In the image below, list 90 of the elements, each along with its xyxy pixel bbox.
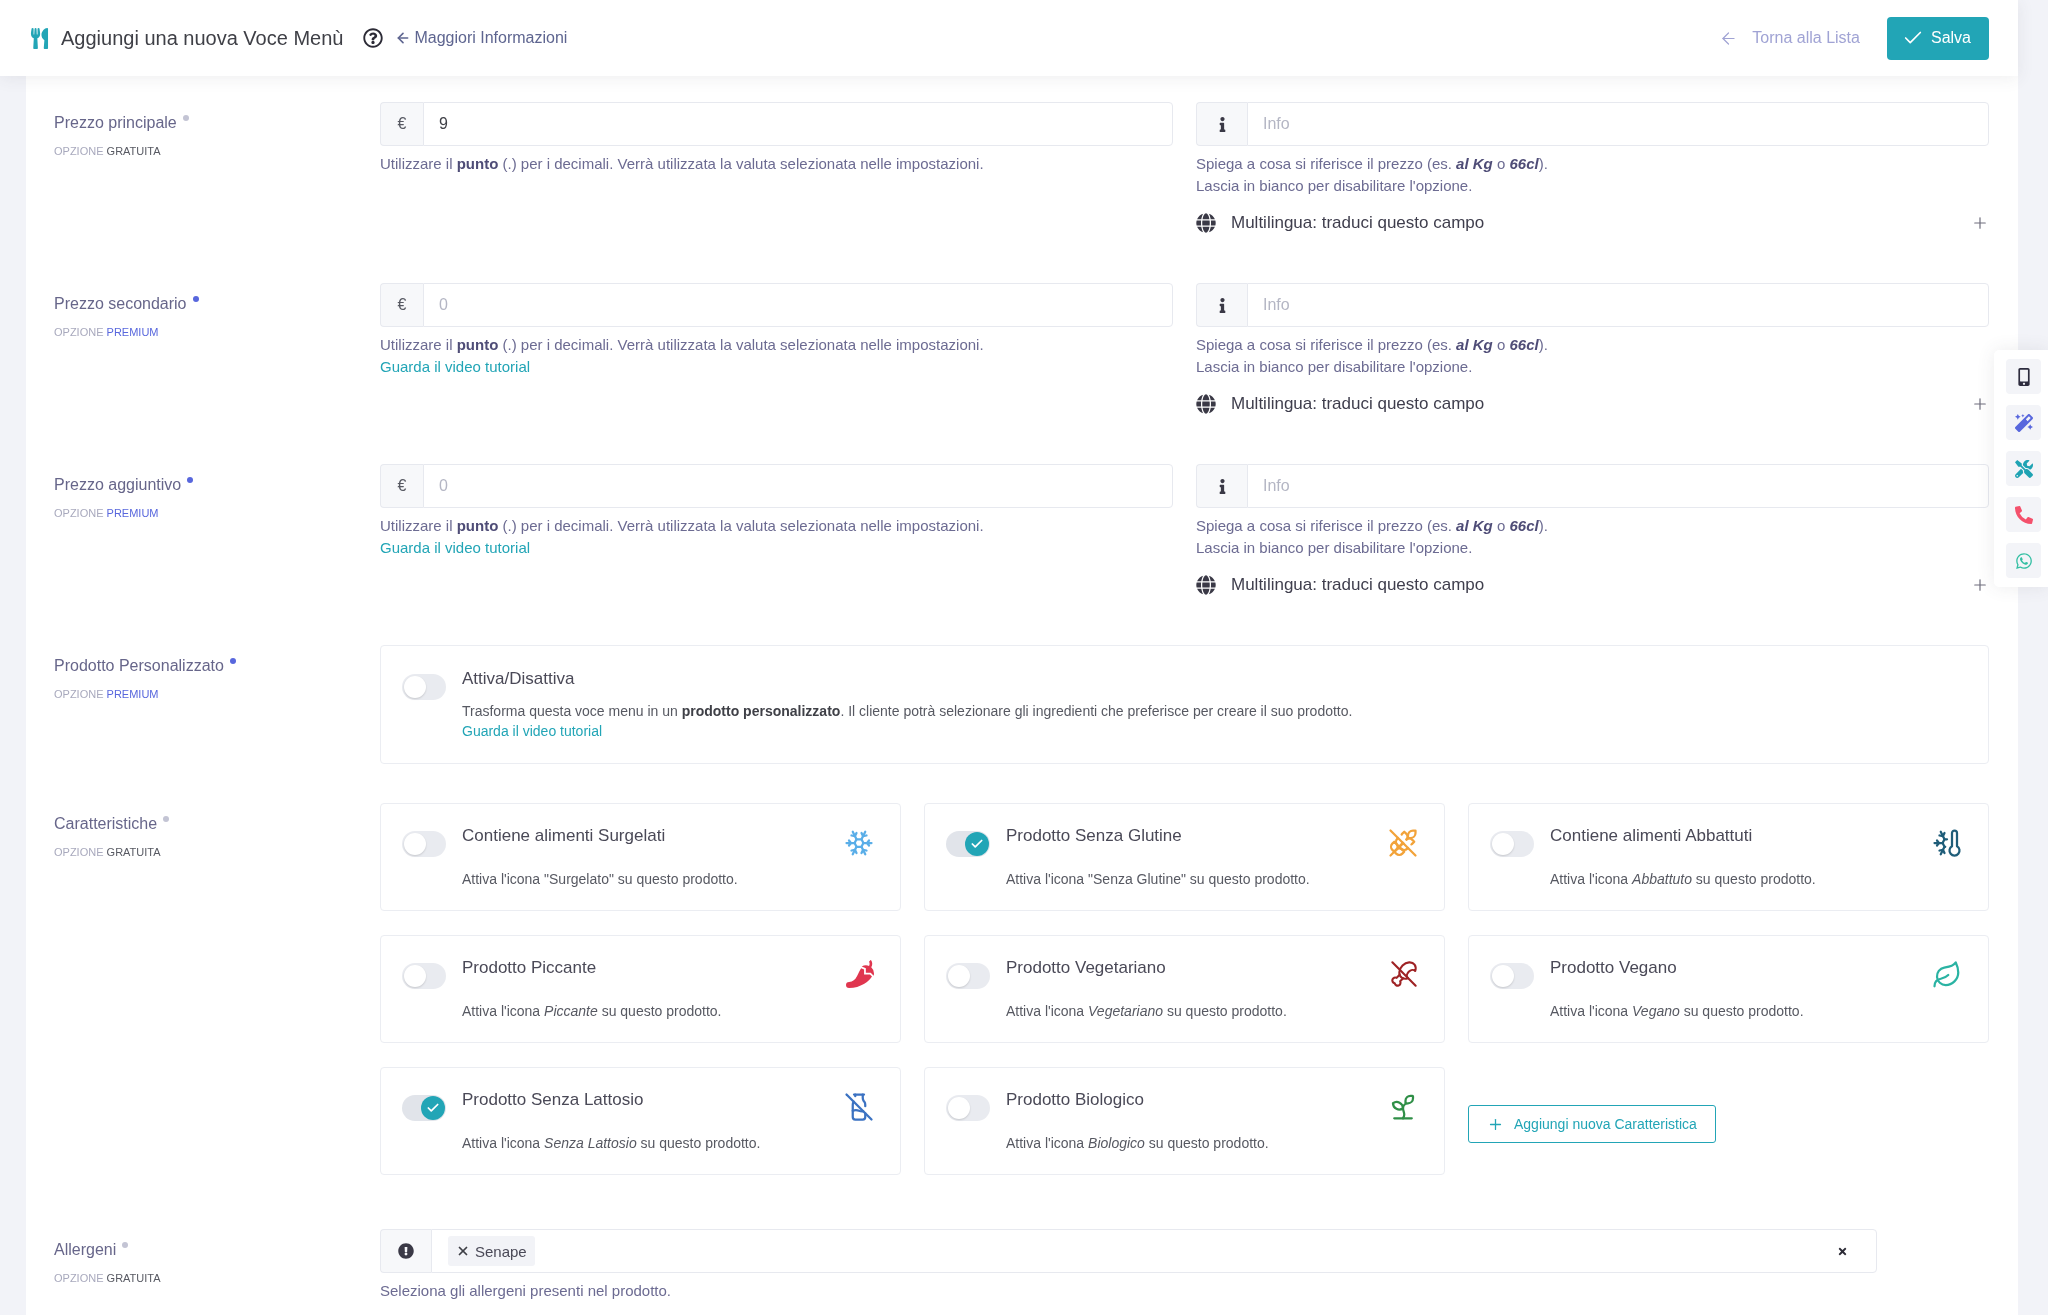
feature-title: Contiene alimenti Abbattuti	[1550, 825, 1753, 847]
currency-addon: €	[380, 464, 423, 508]
currency-addon: €	[380, 283, 423, 327]
video-tutorial-link[interactable]: Guarda il video tutorial	[380, 356, 531, 378]
field-label: Prodotto Personalizzato	[54, 656, 224, 676]
help-text: Lascia in bianco per disabilitare l'opzione.	[1196, 538, 1473, 558]
info-icon	[1196, 102, 1247, 146]
toggle-switch[interactable]	[946, 1095, 990, 1121]
option-tier-label: OPZIONE PREMIUM	[54, 687, 159, 702]
page-title: Aggiungi una nuova Voce Menù	[61, 26, 344, 50]
toggle-switch[interactable]	[1490, 963, 1534, 989]
help-text: Spiega a cosa si riferisce il prezzo (es. al Kg o 66cl).	[1196, 516, 1548, 536]
toggle-switch[interactable]	[402, 674, 446, 700]
price-input[interactable]: 9	[423, 102, 1173, 146]
alert-icon	[380, 1229, 431, 1273]
feature-description: Attiva l'icona "Senza Glutine" su questo prodotto.	[1006, 870, 1310, 889]
toggle-switch[interactable]	[402, 831, 446, 857]
chat-bubble-icon[interactable]	[2006, 543, 2041, 578]
feature-description: Attiva l'icona Senza Lattosio su questo prodotto.	[462, 1134, 761, 1153]
allergen-select[interactable]: Senape	[431, 1229, 1877, 1273]
toggle-switch[interactable]	[1490, 831, 1534, 857]
feature-description: Attiva l'icona "Surgelato" su questo prodotto.	[462, 870, 738, 889]
toggle-switch[interactable]	[402, 963, 446, 989]
info-icon	[1196, 464, 1247, 508]
plus-icon[interactable]	[1971, 395, 1989, 413]
tools-icon[interactable]	[2006, 451, 2041, 486]
option-tier-label: OPZIONE PREMIUM	[54, 325, 159, 340]
remove-icon[interactable]	[456, 1244, 470, 1258]
translate-toggle[interactable]: Multilingua: traduci questo campo	[1231, 213, 1485, 233]
feature-title: Prodotto Senza Lattosio	[462, 1089, 644, 1111]
toggle-switch[interactable]	[402, 1095, 446, 1121]
feature-title: Prodotto Piccante	[462, 957, 597, 979]
field-label: Allergeni	[54, 1240, 117, 1260]
add-feature-button[interactable]: Aggiungi nuova Caratteristica	[1468, 1105, 1716, 1143]
help-text: Utilizzare il punto (.) per i decimali. Verrà utilizzata la valuta selezionata nelle impostazioni.	[380, 335, 984, 355]
toggle-label: Attiva/Disattiva	[462, 668, 575, 690]
price-input[interactable]: 0	[423, 283, 1173, 327]
mobile-phone-icon[interactable]	[2006, 359, 2041, 394]
feature-description: Attiva l'icona Abbattuto su questo prodotto.	[1550, 870, 1816, 889]
plus-icon[interactable]	[1971, 576, 1989, 594]
video-tutorial-link[interactable]: Guarda il video tutorial	[462, 721, 603, 741]
translate-toggle[interactable]: Multilingua: traduci questo campo	[1231, 394, 1485, 414]
feature-title: Prodotto Vegetariano	[1006, 957, 1166, 979]
field-label: Prezzo principale	[54, 113, 177, 133]
help-text: Spiega a cosa si riferisce il prezzo (es. al Kg o 66cl).	[1196, 154, 1548, 174]
info-input[interactable]: Info	[1247, 464, 1989, 508]
feature-description: Attiva l'icona Biologico su questo prodotto.	[1006, 1134, 1269, 1153]
globe-icon	[1196, 394, 1216, 414]
feature-title: Contiene alimenti Surgelati	[462, 825, 666, 847]
info-icon	[1196, 283, 1247, 327]
feature-description: Attiva l'icona Piccante su questo prodotto.	[462, 1002, 722, 1021]
feature-title: Prodotto Vegano	[1550, 957, 1677, 979]
globe-icon	[1196, 575, 1216, 595]
info-input[interactable]: Info	[1247, 102, 1989, 146]
plus-icon[interactable]	[1971, 214, 1989, 232]
fork-knife-icon	[29, 27, 50, 49]
check-icon	[965, 832, 989, 856]
help-text: Lascia in bianco per disabilitare l'opzione.	[1196, 357, 1473, 377]
more-info-link[interactable]: Maggiori Informazioni	[395, 29, 568, 47]
help-text: Utilizzare il punto (.) per i decimali. Verrà utilizzata la valuta selezionata nelle impostazioni.	[380, 154, 984, 174]
option-tier-label: OPZIONE GRATUITA	[54, 144, 161, 159]
check-icon	[421, 1096, 445, 1120]
help-icon[interactable]	[363, 28, 384, 48]
feature-title: Prodotto Biologico	[1006, 1089, 1144, 1111]
card-description: Trasforma questa voce menu in un prodotto personalizzato. Il cliente potrà selezionare gli ingredienti che preferisce per creare il suo prodotto.	[462, 702, 1353, 721]
feature-description: Attiva l'icona Vegetariano su questo prodotto.	[1006, 1002, 1287, 1021]
help-text: Lascia in bianco per disabilitare l'opzione.	[1196, 176, 1473, 196]
globe-icon	[1196, 213, 1216, 233]
help-text: Seleziona gli allergeni presenti nel prodotto.	[380, 1281, 672, 1301]
translate-toggle[interactable]: Multilingua: traduci questo campo	[1231, 575, 1485, 595]
field-label: Prezzo secondario	[54, 294, 187, 314]
info-input[interactable]: Info	[1247, 283, 1989, 327]
option-tier-label: OPZIONE PREMIUM	[54, 506, 159, 521]
feature-title: Prodotto Senza Glutine	[1006, 825, 1182, 847]
feature-description: Attiva l'icona Vegano su questo prodotto.	[1550, 1002, 1804, 1021]
option-tier-label: OPZIONE GRATUITA	[54, 845, 161, 860]
price-input[interactable]: 0	[423, 464, 1173, 508]
magic-wand-icon[interactable]	[2006, 405, 2041, 440]
help-text: Utilizzare il punto (.) per i decimali. Verrà utilizzata la valuta selezionata nelle impostazioni.	[380, 516, 984, 536]
tag-label: Senape	[475, 1242, 527, 1260]
option-tier-label: OPZIONE GRATUITA	[54, 1271, 161, 1286]
video-tutorial-link[interactable]: Guarda il video tutorial	[380, 537, 531, 559]
help-text: Spiega a cosa si riferisce il prezzo (es. al Kg o 66cl).	[1196, 335, 1548, 355]
toggle-switch[interactable]	[946, 963, 990, 989]
clear-icon[interactable]	[1837, 1245, 1848, 1257]
currency-addon: €	[380, 102, 423, 146]
phone-icon[interactable]	[2006, 497, 2041, 532]
toggle-switch[interactable]	[946, 831, 990, 857]
field-label: Prezzo aggiuntivo	[54, 475, 182, 495]
field-label: Caratteristiche	[54, 814, 158, 834]
